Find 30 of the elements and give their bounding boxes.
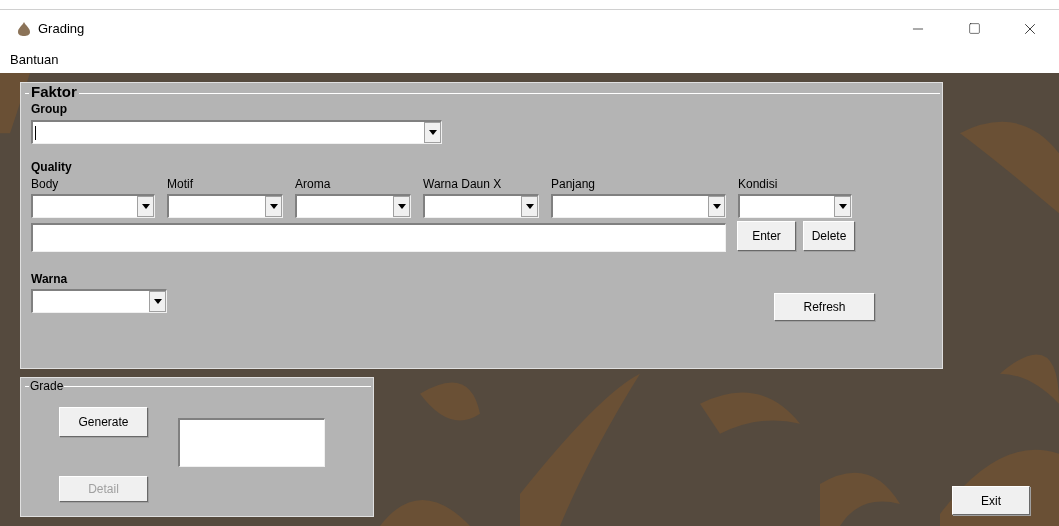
field-label: Warna Daun X	[423, 177, 503, 191]
menu-item[interactable]: Bantuan	[10, 50, 59, 70]
warna-label: Warna	[31, 272, 69, 286]
field-label: Body	[31, 177, 60, 191]
button[interactable]: Generate	[59, 407, 148, 437]
dropdown-field[interactable]	[295, 194, 411, 218]
quality-text-field[interactable]	[31, 223, 726, 252]
button[interactable]: Enter	[737, 221, 796, 251]
dropdown-field[interactable]	[31, 289, 167, 313]
button[interactable]: Delete	[803, 221, 855, 251]
quality-label: Quality	[31, 160, 73, 174]
dropdown-field[interactable]	[738, 194, 852, 218]
panel-legend: Grade	[29, 379, 65, 393]
leaf-icon	[18, 21, 30, 36]
dropdown-field[interactable]	[31, 194, 155, 218]
dropdown-field[interactable]	[423, 194, 539, 218]
group-label: Group	[31, 102, 68, 116]
maximize-icon[interactable]	[967, 22, 981, 35]
panel-legend: Faktor	[29, 84, 79, 100]
field-label: Aroma	[295, 177, 332, 191]
dropdown-field[interactable]	[31, 120, 442, 144]
window-title: Grading	[38, 19, 85, 38]
field-label: Panjang	[551, 177, 597, 191]
dropdown-field[interactable]	[167, 194, 283, 218]
field-label: Kondisi	[738, 177, 779, 191]
button[interactable]: Refresh	[774, 293, 875, 321]
field-label: Motif	[167, 177, 194, 191]
button[interactable]: Exit	[952, 486, 1030, 515]
dropdown-field[interactable]	[551, 194, 726, 218]
text-cursor	[35, 125, 36, 140]
